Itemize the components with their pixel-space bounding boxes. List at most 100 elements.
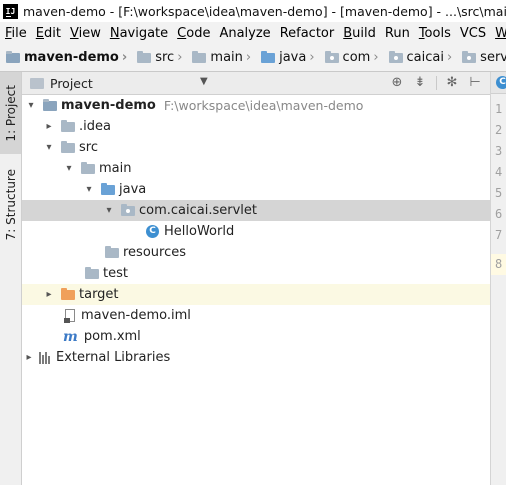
chevron-right-icon[interactable]: ▸ xyxy=(23,352,35,363)
project-folder-icon xyxy=(43,98,57,111)
folder-icon xyxy=(81,161,95,174)
tab-project-label: 1: Project xyxy=(3,84,18,142)
menu-window[interactable]: W xyxy=(490,26,506,41)
editor-tab[interactable]: C xyxy=(491,72,506,94)
gear-icon[interactable]: ✻ xyxy=(443,74,461,92)
menu-build[interactable]: Build xyxy=(338,26,380,41)
menu-tools[interactable]: Tools xyxy=(414,26,455,41)
tab-structure-label: 7: Structure xyxy=(3,169,18,241)
folder-icon xyxy=(137,50,152,63)
tree-row-resources[interactable]: resources xyxy=(22,242,490,263)
menu-vcs[interactable]: VCS xyxy=(455,26,490,41)
tree-row-src[interactable]: ▾ src xyxy=(22,137,490,158)
project-view-icon xyxy=(30,77,44,89)
tree-label-java: java xyxy=(119,182,147,197)
menu-file[interactable]: File xyxy=(0,26,31,41)
chevron-right-icon: › xyxy=(309,50,315,65)
tree-label-package: com.caicai.servlet xyxy=(139,203,257,218)
tree-row-java[interactable]: ▾ java xyxy=(22,179,490,200)
folder-icon xyxy=(61,119,75,132)
tree-label-target: target xyxy=(79,287,119,302)
tree-row-external-libraries[interactable]: ▸ External Libraries xyxy=(22,347,490,368)
chevron-down-icon[interactable]: ▾ xyxy=(83,184,95,195)
package-icon xyxy=(388,50,403,63)
tree-row-target[interactable]: ▸ target xyxy=(22,284,490,305)
line-number: 7 xyxy=(495,228,503,242)
tree-label-src: src xyxy=(79,140,98,155)
menu-bar: File Edit View Navigate Code Analyze Ref… xyxy=(0,22,506,44)
line-number: 5 xyxy=(495,186,503,200)
collapse-icon[interactable]: ⇟ xyxy=(411,74,429,92)
chevron-down-icon[interactable]: ▼ xyxy=(200,76,208,87)
chevron-right-icon: › xyxy=(373,50,379,65)
breadcrumb-main[interactable]: main › xyxy=(186,50,255,65)
excluded-folder-icon xyxy=(61,287,75,300)
breadcrumb-caicai[interactable]: caicai › xyxy=(383,50,457,65)
chevron-right-icon[interactable]: ▸ xyxy=(43,289,55,300)
folder-icon xyxy=(192,50,207,63)
breadcrumb-com[interactable]: com › xyxy=(319,50,383,65)
chevron-down-icon[interactable]: ▾ xyxy=(25,100,37,111)
breadcrumb-project[interactable]: maven-demo › xyxy=(0,50,131,65)
tab-structure[interactable]: 7: Structure xyxy=(0,162,21,248)
module-file-icon xyxy=(64,309,75,323)
source-folder-icon xyxy=(101,182,115,195)
project-folder-icon xyxy=(6,50,20,63)
menu-edit[interactable]: Edit xyxy=(31,26,65,41)
tree-row-root[interactable]: ▾ maven-demo F:\workspace\idea\maven-dem… xyxy=(22,95,490,116)
project-panel-toolbar: ⊕ ⇟ ✻ ⊢ xyxy=(388,74,489,92)
line-number: 2 xyxy=(495,123,503,137)
tree-label-test: test xyxy=(103,266,128,281)
tab-project[interactable]: 1: Project xyxy=(0,72,21,154)
project-tree: ▾ maven-demo F:\workspace\idea\maven-dem… xyxy=(22,95,490,485)
title-bar: IJ maven-demo - [F:\workspace\idea\maven… xyxy=(0,0,506,22)
tree-label-resources: resources xyxy=(123,245,187,260)
tree-label-iml: maven-demo.iml xyxy=(81,308,191,323)
breadcrumb-servlet[interactable]: servlet › xyxy=(456,50,506,65)
target-icon[interactable]: ⊕ xyxy=(388,74,406,92)
chevron-down-icon[interactable]: ▾ xyxy=(103,205,115,216)
line-number-current: 8 xyxy=(495,257,503,271)
line-number: 6 xyxy=(495,207,503,221)
tree-label-idea: .idea xyxy=(79,119,111,134)
breadcrumb: maven-demo › src › main › java › com › c… xyxy=(0,44,506,72)
folder-icon xyxy=(85,266,99,279)
tree-root-path: F:\workspace\idea\maven-demo xyxy=(163,98,364,113)
package-icon xyxy=(121,203,135,216)
line-number: 4 xyxy=(495,165,503,179)
tree-label-root: maven-demo xyxy=(61,98,156,113)
folder-icon xyxy=(61,140,75,153)
tree-row-idea[interactable]: ▸ .idea xyxy=(22,116,490,137)
menu-code[interactable]: Code xyxy=(172,26,214,41)
tree-row-iml[interactable]: maven-demo.iml xyxy=(22,305,490,326)
menu-navigate[interactable]: Navigate xyxy=(105,26,172,41)
tree-row-test[interactable]: test xyxy=(22,263,490,284)
menu-analyze[interactable]: Analyze xyxy=(214,26,274,41)
chevron-down-icon[interactable]: ▾ xyxy=(63,163,75,174)
menu-view[interactable]: View xyxy=(65,26,105,41)
intellij-logo-icon: IJ xyxy=(3,3,18,19)
chevron-right-icon: › xyxy=(245,50,252,65)
library-icon xyxy=(39,351,50,364)
breadcrumb-src[interactable]: src › xyxy=(131,50,186,65)
line-number: 3 xyxy=(495,144,503,158)
tree-row-class[interactable]: C HelloWorld xyxy=(22,221,490,242)
chevron-right-icon[interactable]: ▸ xyxy=(43,121,55,132)
tree-label-class: HelloWorld xyxy=(164,224,235,239)
tree-row-package[interactable]: ▾ com.caicai.servlet xyxy=(22,200,490,221)
editor-area[interactable]: C 1 2 3 4 5 6 7 8 xyxy=(490,72,506,485)
tree-row-pom[interactable]: m pom.xml xyxy=(22,326,490,347)
menu-refactor[interactable]: Refactor xyxy=(275,26,339,41)
menu-run[interactable]: Run xyxy=(380,26,414,41)
window-title: maven-demo - [F:\workspace\idea\maven-de… xyxy=(23,3,506,19)
chevron-right-icon: › xyxy=(177,50,183,65)
source-folder-icon xyxy=(261,50,276,63)
tree-row-main[interactable]: ▾ main xyxy=(22,158,490,179)
tree-label-external: External Libraries xyxy=(56,350,171,365)
hide-icon[interactable]: ⊢ xyxy=(466,74,484,92)
left-tool-strip: 1: Project 7: Structure xyxy=(0,72,22,485)
breadcrumb-java[interactable]: java › xyxy=(255,50,318,65)
chevron-down-icon[interactable]: ▾ xyxy=(43,142,55,153)
line-number: 1 xyxy=(495,102,503,116)
project-view-selector[interactable]: Project xyxy=(50,76,93,91)
